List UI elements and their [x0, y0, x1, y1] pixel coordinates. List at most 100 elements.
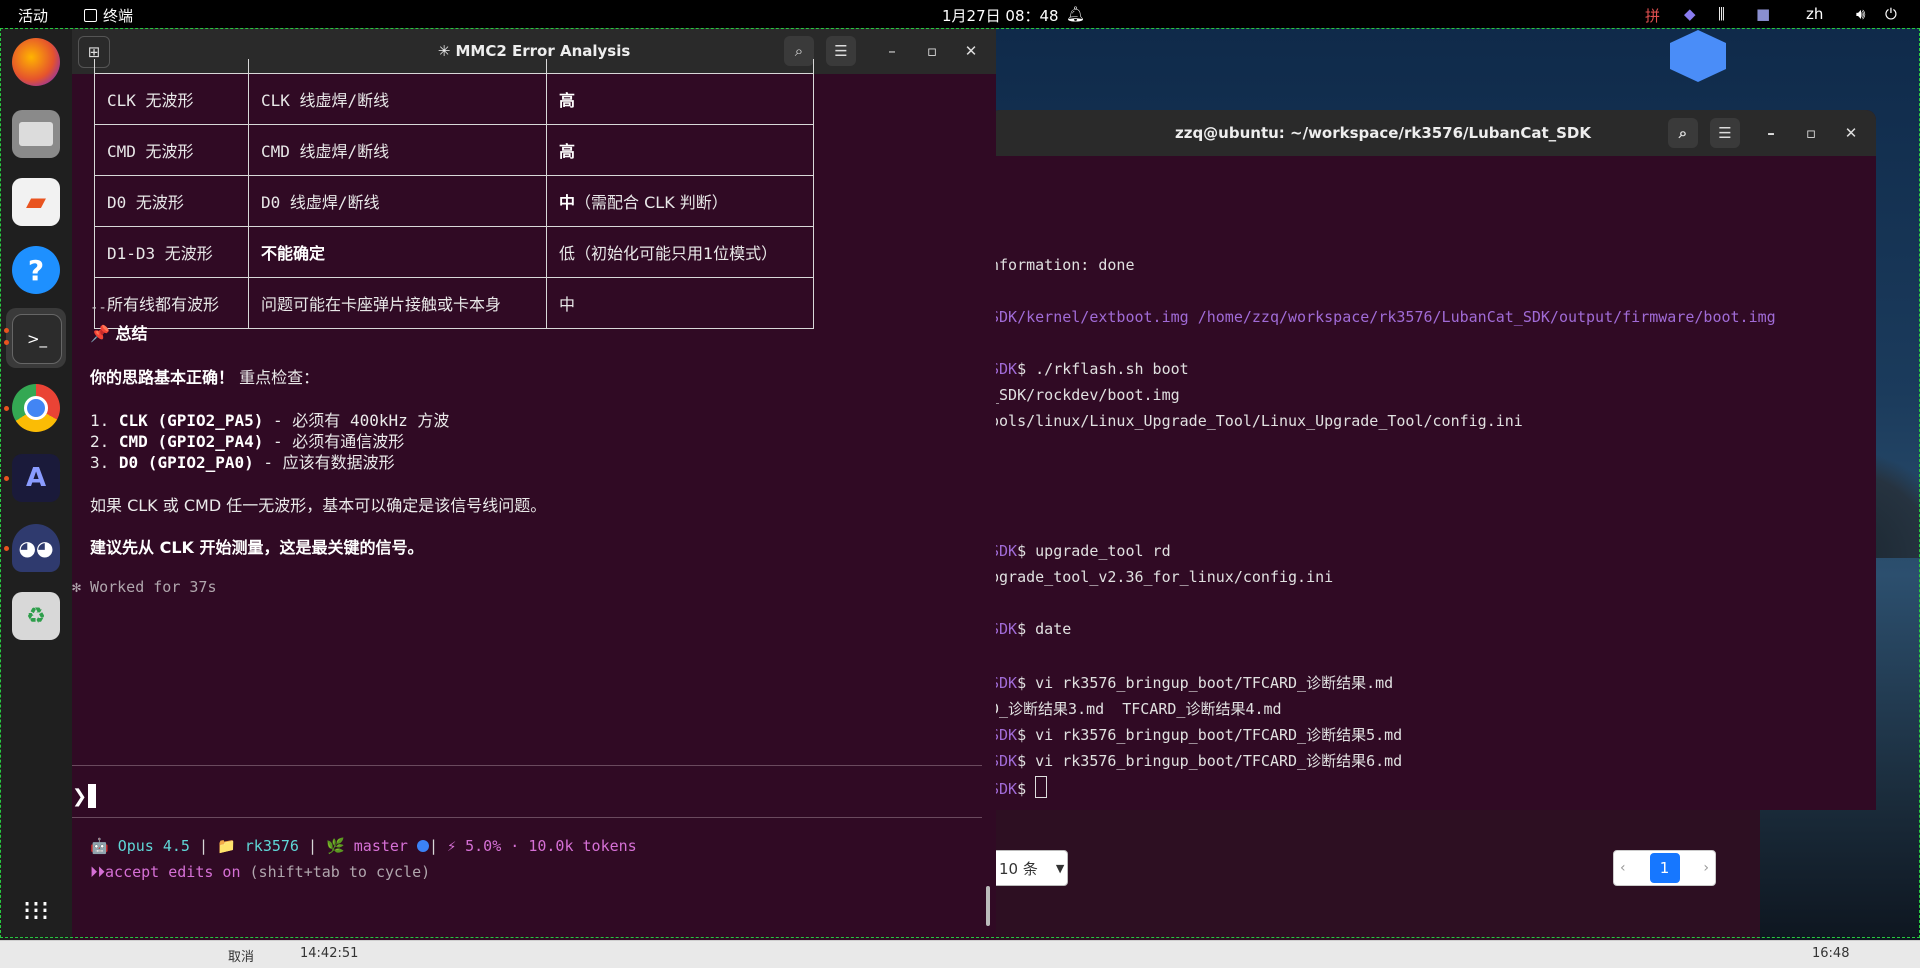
- terminal-icon[interactable]: >_: [12, 314, 62, 364]
- table-cell: 高: [546, 72, 814, 125]
- prompt-input[interactable]: ❯: [72, 782, 982, 814]
- taskbar-clock: 16:48: [1812, 946, 1850, 961]
- menu-icon[interactable]: ☰: [1710, 118, 1740, 148]
- clock[interactable]: 1月27日 08：48: [942, 5, 1059, 26]
- prev-page-icon[interactable]: ‹: [1620, 860, 1626, 876]
- secondary-terminal-title: zzq@ubuntu: ~/workspace/rk3576/LubanCat_…: [1174, 124, 1591, 142]
- table-cell-note: （需配合 CLK 判断）: [575, 192, 728, 212]
- terminal-small-icon: [84, 9, 97, 22]
- main-terminal-window: ⊞ ✳ MMC2 Error Analysis ⌕ ☰ – ▫ ✕ CLK 无波…: [72, 28, 996, 940]
- minimize-icon[interactable]: –: [1756, 118, 1786, 148]
- table-row: 所有线都有波形 问题可能在卡座弹片接触或卡本身 中: [94, 276, 814, 329]
- main-terminal-title: ✳ MMC2 Error Analysis: [437, 42, 631, 60]
- menu-icon[interactable]: ☰: [826, 36, 856, 66]
- conclusion-text: 如果 CLK 或 CMD 任一无波形，基本可以确定是该信号线问题。: [90, 496, 547, 515]
- secondary-terminal-titlebar: zzq@ubuntu: ~/workspace/rk3576/LubanCat_…: [990, 110, 1876, 156]
- cat-icon[interactable]: ◕◕: [12, 524, 60, 572]
- pagination: ‹ 1 ›: [1613, 850, 1716, 886]
- mode-hint: (shift+tab to cycle): [240, 863, 431, 881]
- close-icon[interactable]: ✕: [1836, 118, 1866, 148]
- close-icon[interactable]: ✕: [956, 36, 986, 66]
- maximize-icon[interactable]: ▫: [1796, 118, 1826, 148]
- tray-cat-icon[interactable]: ■: [1756, 5, 1770, 23]
- prompt-caret: ❯: [72, 786, 88, 807]
- output-line: _SDK/rockdev/boot.img: [990, 386, 1180, 404]
- active-app-menu[interactable]: 终端: [84, 5, 133, 26]
- running-indicator: [4, 340, 9, 345]
- notification-bell-icon[interactable]: 🔔︎: [1066, 5, 1085, 23]
- current-page-button[interactable]: 1: [1649, 853, 1680, 883]
- app-center-icon[interactable]: ▰: [12, 178, 60, 226]
- usage-indicator: ⚡ 5.0% · 10.0k tokens: [447, 837, 637, 855]
- search-icon[interactable]: ⌕: [1668, 118, 1698, 148]
- chrome-icon[interactable]: [12, 384, 60, 432]
- table-cell: D0 线虚焊/断线: [248, 174, 547, 227]
- show-apps-icon[interactable]: ⁝⁝⁝: [12, 886, 60, 934]
- files-icon[interactable]: [12, 110, 60, 158]
- prompt-line: SDK$ ./rkflash.sh boot: [990, 360, 1189, 378]
- table-row: CMD 无波形 CMD 线虚焊/断线 高: [94, 123, 814, 176]
- table-cell: 中（需配合 CLK 判断）: [546, 174, 814, 227]
- maximize-icon[interactable]: ▫: [917, 36, 947, 66]
- next-page-icon[interactable]: ›: [1703, 860, 1709, 876]
- table-row: D1-D3 无波形 不能确定 低（初始化可能只用1位模式）: [94, 225, 814, 278]
- ime-indicator[interactable]: 拼: [1645, 5, 1660, 26]
- secondary-terminal-window: zzq@ubuntu: ~/workspace/rk3576/LubanCat_…: [990, 110, 1876, 810]
- minimize-icon[interactable]: –: [877, 36, 907, 66]
- table-cell: 问题可能在卡座弹片接触或卡本身: [248, 276, 547, 329]
- chevron-down-icon: ▼: [1055, 861, 1065, 875]
- help-icon[interactable]: ?: [12, 246, 60, 294]
- vpn-icon[interactable]: A: [12, 454, 60, 502]
- advice-text: 建议先从 CLK 开始测量，这是最关键的信号。: [90, 538, 424, 557]
- tray-bird-icon[interactable]: ◆: [1684, 5, 1696, 23]
- scrollbar[interactable]: [986, 886, 990, 926]
- status-line: 🤖 Opus 4.5 | 📁 rk3576 | 🌿 master | ⚡ 5.0…: [90, 837, 637, 855]
- input-language[interactable]: zh: [1806, 5, 1823, 23]
- table-cell: D0 无波形: [94, 174, 249, 227]
- input-divider-top: [72, 765, 982, 766]
- taskbar: 取消 14:42:51 16:48: [0, 940, 1920, 968]
- activities-button[interactable]: 活动: [18, 5, 48, 26]
- firefox-icon[interactable]: [12, 38, 60, 86]
- table-cell: 不能确定: [248, 225, 547, 278]
- running-indicator: [4, 328, 9, 333]
- input-divider-bottom: [72, 817, 982, 818]
- power-icon[interactable]: ⏻: [1885, 5, 1897, 23]
- input-cursor: [88, 784, 96, 808]
- running-indicator: [4, 406, 9, 411]
- page-size-value: 10 条: [999, 859, 1038, 878]
- branch-status-dot-icon: [417, 840, 429, 852]
- active-app-name: 终端: [103, 7, 134, 25]
- output-line: nformation: done: [990, 256, 1135, 274]
- output-line: D_诊断结果3.md TFCARD_诊断结果4.md: [990, 700, 1282, 718]
- table-cell: CLK 无波形: [94, 72, 249, 125]
- table-row: [94, 59, 814, 74]
- taskbar-time-left: 14:42:51: [300, 946, 359, 961]
- output-line: SDK/kernel/extboot.img /home/zzq/workspa…: [990, 308, 1776, 326]
- table-cell: 中: [546, 276, 814, 329]
- tray-bars-icon[interactable]: ⫼: [1718, 5, 1725, 23]
- running-indicator: [4, 546, 9, 551]
- folder-indicator: 📁 rk3576: [217, 837, 299, 855]
- diagnosis-table: CLK 无波形 CLK 线虚焊/断线 高 CMD 无波形 CMD 线虚焊/断线 …: [94, 59, 814, 329]
- output-line: pgrade_tool_v2.36_for_linux/config.ini: [990, 568, 1334, 586]
- volume-icon[interactable]: 🔊︎: [1856, 5, 1865, 23]
- page-size-select[interactable]: 10 条 ▼: [990, 850, 1068, 886]
- intro-line: 你的思路基本正确！ 重点检查：: [90, 368, 320, 387]
- prompt-line: SDK$: [990, 776, 1048, 798]
- table-cell: CMD 无波形: [94, 123, 249, 176]
- mode-label: accept edits on: [105, 863, 241, 881]
- mode-icon: ⏵⏵: [90, 863, 106, 881]
- separator: ---: [90, 300, 116, 316]
- table-cell: CMD 线虚焊/断线: [248, 123, 547, 176]
- check-item: 3. D0 (GPIO2_PA0) - 应该有数据波形: [90, 453, 395, 472]
- trash-icon[interactable]: ♻: [12, 592, 60, 640]
- secondary-terminal-output[interactable]: nformation: done SDK/kernel/extboot.img …: [990, 156, 1876, 798]
- prompt-line: SDK$ date: [990, 620, 1072, 638]
- table-cell: 高: [546, 123, 814, 176]
- table-cell: CLK 线虚焊/断线: [248, 72, 547, 125]
- worked-status: ✻ Worked for 37s: [72, 578, 217, 596]
- taskbar-cancel[interactable]: 取消: [228, 946, 254, 965]
- prompt-line: SDK$ upgrade_tool rd: [990, 542, 1171, 560]
- output-line: ools/linux/Linux_Upgrade_Tool/Linux_Upgr…: [990, 412, 1523, 430]
